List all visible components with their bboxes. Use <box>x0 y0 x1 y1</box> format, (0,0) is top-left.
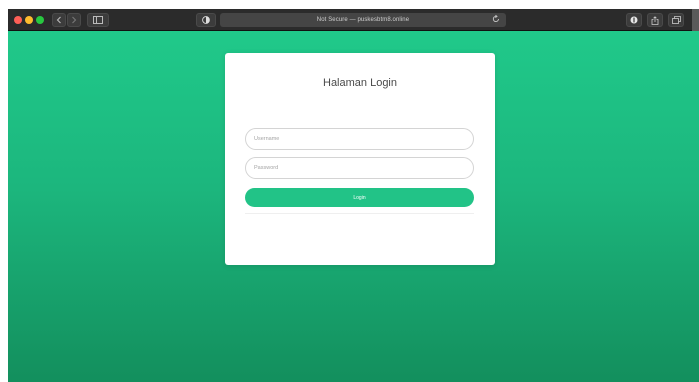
address-text: Not Secure — puskesbtm8.online <box>316 17 410 23</box>
close-window-icon[interactable] <box>14 16 22 24</box>
extension-button[interactable] <box>626 13 642 27</box>
share-button[interactable] <box>647 13 663 27</box>
forward-button[interactable] <box>67 13 81 27</box>
shield-icon <box>202 16 210 24</box>
share-icon <box>651 15 659 25</box>
chevron-right-icon <box>72 16 77 24</box>
divider <box>245 213 474 214</box>
browser-window: Not Secure — puskesbtm8.online Halaman L… <box>8 9 699 382</box>
address-bar[interactable]: Not Secure — puskesbtm8.online <box>220 13 506 27</box>
reload-icon <box>492 14 499 23</box>
back-button[interactable] <box>52 13 66 27</box>
page-viewport: Halaman Login Login <box>8 31 699 382</box>
sidebar-toggle-button[interactable] <box>87 13 109 27</box>
login-button[interactable]: Login <box>245 188 474 207</box>
reload-button[interactable] <box>492 14 500 26</box>
login-card: Halaman Login Login <box>225 53 495 265</box>
show-tabs-button[interactable] <box>668 13 684 27</box>
password-input[interactable] <box>245 157 474 179</box>
browser-toolbar: Not Secure — puskesbtm8.online <box>8 9 699 31</box>
page-title: Halaman Login <box>323 77 397 89</box>
privacy-button[interactable] <box>196 13 216 27</box>
username-input[interactable] <box>245 128 474 150</box>
zoom-window-icon[interactable] <box>36 16 44 24</box>
extension-icon <box>630 16 638 24</box>
sidebar-icon <box>93 16 103 24</box>
chevron-left-icon <box>56 16 61 24</box>
minimize-window-icon[interactable] <box>25 16 33 24</box>
tabs-icon <box>671 16 681 24</box>
toolbar-edge <box>692 9 699 31</box>
